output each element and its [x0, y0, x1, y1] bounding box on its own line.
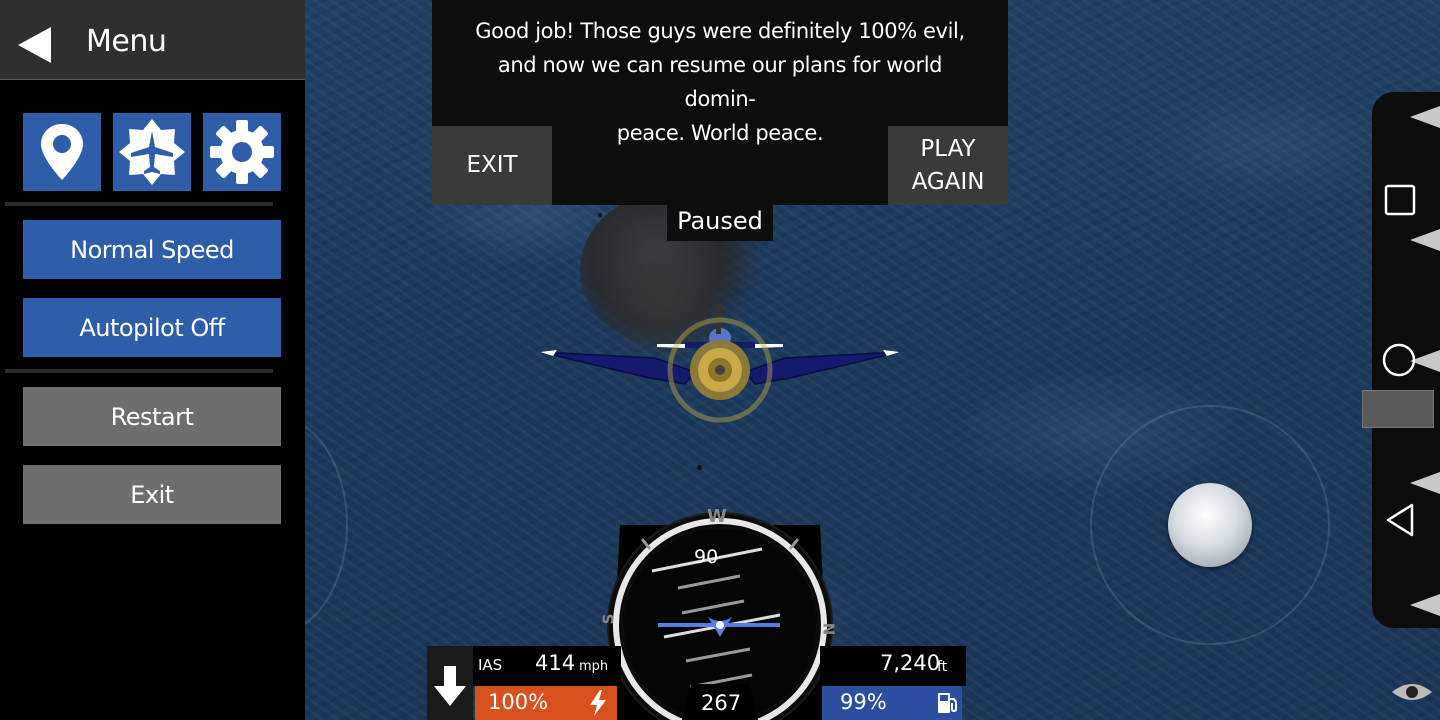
gear-icon	[210, 120, 274, 184]
ias-unit: mph	[579, 659, 609, 674]
dialog-message-line: and now we can resume our plans for worl…	[497, 53, 943, 111]
exit-label: Exit	[130, 480, 174, 509]
flight-joystick-knob[interactable]	[1168, 483, 1252, 567]
eye-icon[interactable]	[1390, 680, 1434, 704]
throttle-tick-icon	[1410, 229, 1440, 251]
heading-value: 267	[701, 691, 742, 715]
altitude-unit: ft	[937, 659, 948, 675]
play-again-button[interactable]: PLAY AGAIN	[888, 126, 1008, 205]
player-plane	[539, 304, 901, 423]
map-pin-icon	[41, 124, 83, 180]
dialog-exit-label: EXIT	[466, 152, 518, 178]
play-again-label: PLAY	[920, 135, 976, 162]
throttle-tick-icon	[1410, 594, 1440, 616]
menu-divider	[5, 202, 273, 206]
menu-header: Menu	[0, 0, 305, 80]
debris-dot	[598, 213, 602, 217]
paused-indicator: Paused	[667, 200, 773, 241]
ias-value: 414	[535, 651, 576, 675]
back-arrow-icon[interactable]	[18, 27, 51, 63]
autopilot-label: Autopilot Off	[79, 313, 225, 342]
fuel-value: 99%	[840, 690, 887, 714]
menu-divider	[5, 369, 273, 373]
throttle-tick-icon	[1410, 106, 1440, 128]
pause-menu-panel: Menu Normal Speed Autopilot Off Restart …	[0, 0, 305, 720]
compass-letter-top: W	[707, 506, 727, 527]
triangle-back-icon[interactable]	[1384, 502, 1416, 538]
compass-letter-left: S	[599, 613, 618, 625]
fuel-bar: 99%	[822, 686, 962, 720]
throttle-handle[interactable]	[1362, 390, 1434, 428]
lightning-icon	[590, 690, 606, 716]
square-icon[interactable]	[1384, 184, 1416, 216]
paused-label: Paused	[677, 206, 763, 235]
map-button[interactable]	[23, 113, 101, 191]
speed-button[interactable]: Normal Speed	[23, 220, 281, 279]
throttle-value: 100%	[488, 690, 549, 714]
mission-complete-dialog: Good job! Those guys were definitely 100…	[432, 0, 1008, 205]
gear-down-button[interactable]	[427, 646, 473, 720]
fuel-pump-icon	[938, 693, 957, 713]
autopilot-button[interactable]: Autopilot Off	[23, 298, 281, 357]
menu-title: Menu	[86, 24, 167, 59]
settings-button[interactable]	[203, 113, 281, 191]
airplane-badge-icon	[119, 119, 185, 185]
exit-button[interactable]: Exit	[23, 465, 281, 524]
debris-dot	[697, 465, 702, 470]
arrow-down-icon	[434, 666, 466, 706]
throttle-tick-icon	[1410, 472, 1440, 494]
play-again-label: AGAIN	[911, 168, 985, 195]
aircraft-button[interactable]	[113, 113, 191, 191]
circle-icon[interactable]	[1381, 342, 1417, 378]
dialog-exit-button[interactable]: EXIT	[432, 126, 552, 205]
speed-label: Normal Speed	[70, 235, 234, 264]
ias-label: IAS	[478, 656, 503, 674]
throttle-bar: 100%	[475, 686, 617, 720]
dialog-message-line: Good job! Those guys were definitely 100…	[475, 19, 965, 43]
restart-label: Restart	[110, 402, 194, 431]
compass-letter-right: N	[819, 622, 838, 636]
altitude-value: 7,240	[880, 651, 941, 675]
restart-button[interactable]: Restart	[23, 387, 281, 446]
pitch-value: 90	[694, 546, 719, 568]
